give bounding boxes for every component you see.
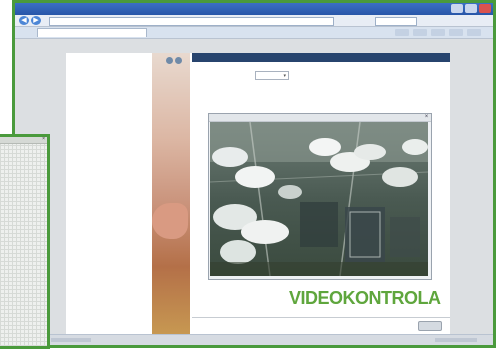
chevron-down-icon: ▾	[283, 73, 286, 79]
zone-indicator	[435, 338, 477, 342]
user-icon[interactable]	[166, 57, 173, 64]
footer-button[interactable]	[418, 321, 442, 331]
logout-icon[interactable]	[175, 57, 182, 64]
address-bar[interactable]	[49, 17, 334, 26]
camera-feed-image	[210, 122, 428, 276]
status-text	[51, 338, 91, 342]
pig-photo-strip	[152, 53, 190, 338]
camera-window: ×	[208, 113, 432, 280]
print-icon[interactable]	[431, 29, 445, 36]
search-box[interactable]	[375, 17, 417, 26]
back-button[interactable]: ◀	[19, 16, 29, 25]
pig-photo	[152, 203, 188, 239]
page-viewport: ▾ × VIDEOKONTROLA	[15, 39, 493, 345]
popup-close-icon[interactable]: ×	[42, 136, 45, 142]
app-container: ▾ × VIDEOKONTROLA	[66, 53, 450, 338]
minimize-button[interactable]	[451, 4, 463, 13]
popup-titlebar: ×	[0, 136, 47, 144]
strip-icons	[166, 57, 182, 65]
navigation-bar: ◀ ▶	[15, 15, 493, 27]
brand-logo: VIDEOKONTROLA	[289, 288, 441, 308]
camera-window-titlebar: ×	[209, 114, 431, 122]
sidebar	[66, 53, 152, 338]
tab-bar	[15, 27, 493, 39]
popup-window: ×	[0, 134, 50, 349]
window-titlebar	[15, 3, 493, 15]
tab-active[interactable]	[37, 28, 147, 37]
close-button[interactable]	[479, 4, 491, 13]
feeds-icon[interactable]	[413, 29, 427, 36]
camera-panel: ▾ × VIDEOKONTROLA	[192, 53, 450, 338]
camera-close-icon[interactable]: ×	[423, 114, 430, 120]
panel-header	[192, 53, 450, 62]
home-icon[interactable]	[395, 29, 409, 36]
forward-button[interactable]: ▶	[31, 16, 41, 25]
maximize-button[interactable]	[465, 4, 477, 13]
tools-menu-icon[interactable]	[467, 29, 481, 36]
camera-select[interactable]: ▾	[255, 71, 289, 80]
page-menu-icon[interactable]	[449, 29, 463, 36]
divider	[192, 317, 450, 318]
status-bar	[15, 334, 493, 345]
browser-window: ◀ ▶ ▾ × VIDEOKONTROLA	[12, 0, 496, 348]
